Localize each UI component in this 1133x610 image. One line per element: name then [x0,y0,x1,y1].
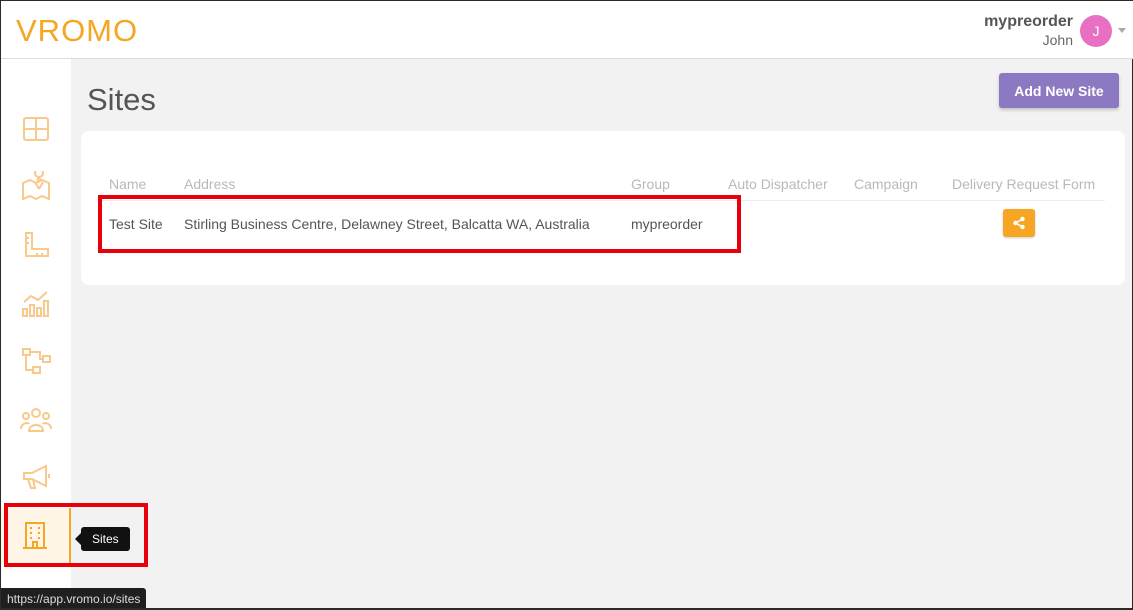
sites-tooltip: Sites [75,527,130,551]
share-form-button[interactable] [1003,209,1035,237]
sidebar-item-map[interactable] [1,159,71,215]
page-title: Sites [87,82,156,117]
top-bar: VROMO mypreorder John J [1,0,1133,59]
sidebar-item-workflow[interactable] [1,333,71,389]
sidebar-item-sites[interactable] [1,508,71,564]
ruler-icon [25,232,49,257]
column-header-campaign[interactable]: Campaign [854,176,918,192]
chevron-down-icon[interactable] [1118,28,1126,33]
status-bar-url: https://app.vromo.io/sites [1,588,147,610]
sites-table-card: Name Address Group Auto Dispatcher Campa… [81,131,1125,285]
map-icon [22,171,50,201]
analytics-icon [22,291,49,317]
add-new-site-button[interactable]: Add New Site [999,73,1119,108]
site-name-cell[interactable]: Test Site [109,216,163,232]
share-icon [1013,216,1025,230]
vromo-logo[interactable]: VROMO [16,15,138,47]
column-header-delivery-request-form[interactable]: Delivery Request Form [952,176,1095,192]
column-header-address[interactable]: Address [184,176,235,192]
table-header-divider [99,200,1105,201]
sidebar-item-measure[interactable] [1,217,71,273]
dashboard-icon [23,117,49,141]
sidebar [1,59,71,610]
megaphone-icon [23,464,50,489]
avatar[interactable]: J [1080,15,1112,47]
site-address-cell: Stirling Business Centre, Delawney Stree… [184,216,590,232]
column-header-group[interactable]: Group [631,176,670,192]
building-icon [23,522,47,549]
users-icon [20,408,52,432]
user-name[interactable]: John [1043,32,1073,48]
column-header-name[interactable]: Name [109,176,146,192]
sidebar-item-analytics[interactable] [1,275,71,331]
workflow-icon [22,348,51,374]
sidebar-item-users[interactable] [1,391,71,447]
user-org-name[interactable]: mypreorder [984,13,1073,31]
site-group-cell: mypreorder [631,216,703,232]
sidebar-item-dashboard[interactable] [1,101,71,157]
sidebar-item-campaigns[interactable] [1,449,71,505]
column-header-auto-dispatcher[interactable]: Auto Dispatcher [728,176,828,192]
